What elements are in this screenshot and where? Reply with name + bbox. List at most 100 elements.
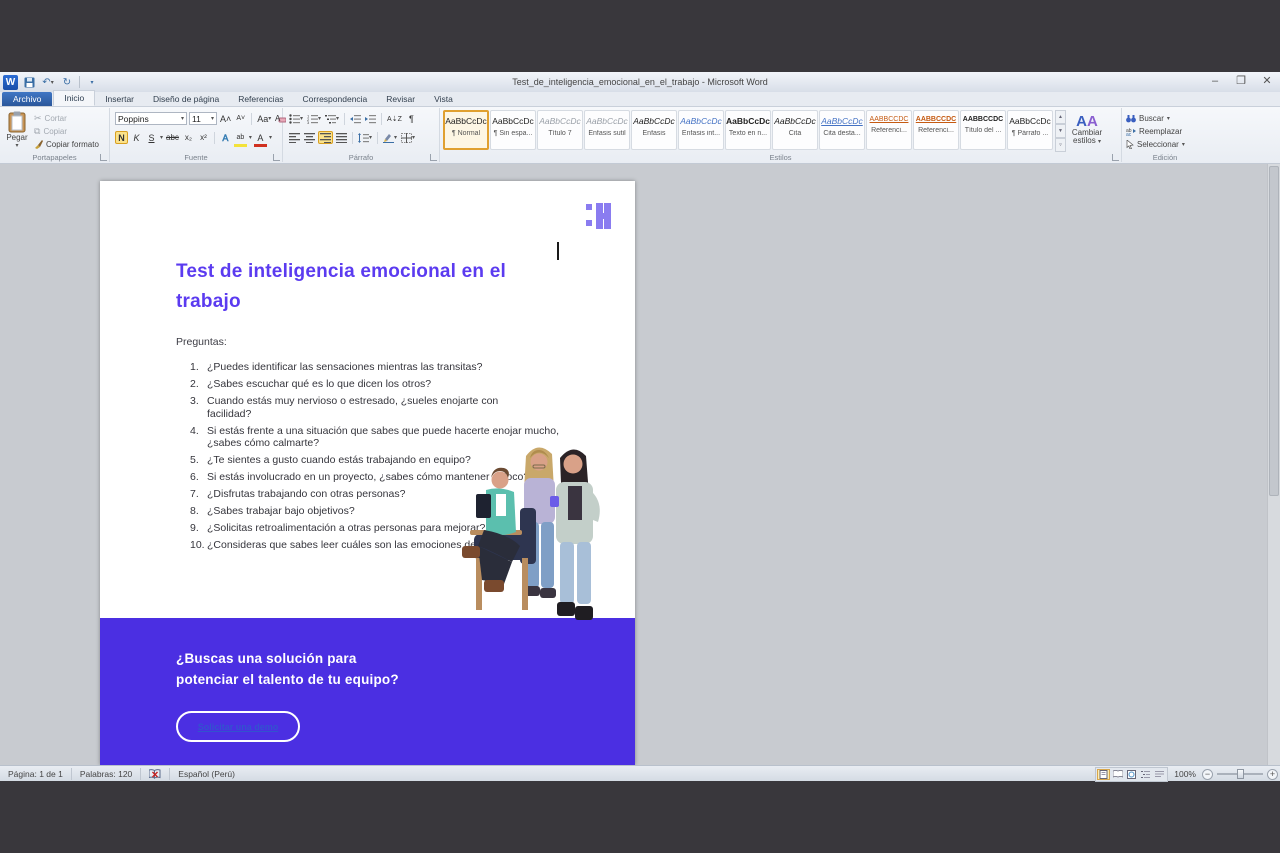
proofing-error-icon [149,769,161,779]
tab-referencias[interactable]: Referencias [229,92,292,106]
word-window: W ↶▾ ↻ ▾ Test_de_inteligencia_emocional_… [0,72,1280,781]
borders-icon[interactable]: ▾ [400,131,416,144]
group-fuente: Poppins▾ 11▾ A˄ A˅ Aa▾ A N K S ▾ abc x₂ … [110,108,283,162]
word-count[interactable]: Palabras: 120 [72,768,141,780]
font-name-combobox[interactable]: Poppins▾ [115,112,187,125]
underline-button[interactable]: S [145,131,158,144]
text-effects-icon[interactable]: A [219,131,232,144]
scrollbar-thumb[interactable] [1269,166,1279,496]
change-styles-button[interactable]: AA Cambiarestilos ▾ [1069,114,1105,146]
align-left-icon[interactable] [288,131,301,144]
restore-button[interactable]: ❐ [1232,75,1250,89]
print-layout-view-icon[interactable] [1097,769,1110,780]
paste-button[interactable]: Pegar ▾ [4,110,30,158]
tab-revisar[interactable]: Revisar [377,92,424,106]
style-cita[interactable]: AaBbCcDcCita [772,110,818,150]
style-titulo-del-libro[interactable]: AABBCCDCTítulo del ... [960,110,1006,150]
align-center-icon[interactable] [303,131,316,144]
format-painter-button[interactable]: Copiar formato [32,138,101,151]
paste-label: Pegar [4,133,30,142]
style-cita-destacada[interactable]: AaBbCcDcCita desta... [819,110,865,150]
change-styles-icon: AA [1069,114,1105,129]
align-right-icon[interactable] [318,131,333,144]
parrafo-dialog-launcher[interactable] [430,154,437,161]
group-estilos: AaBbCcDc¶ Normal AaBbCcDc¶ Sin espa... A… [440,108,1122,162]
font-color-icon[interactable]: A [254,131,267,144]
bold-button[interactable]: N [115,131,128,144]
superscript-button[interactable]: x² [197,131,210,144]
tab-correspondencia[interactable]: Correspondencia [294,92,377,106]
draft-view-icon[interactable] [1153,769,1166,780]
style-referencia-intensa[interactable]: AABBCCDCReferenci... [913,110,959,150]
tab-inicio[interactable]: Inicio [53,90,95,106]
bullets-icon[interactable]: ▾ [288,112,304,125]
shrink-font-icon[interactable]: A˅ [234,112,247,125]
font-size-combobox[interactable]: 11▾ [189,112,217,125]
style-referencia-sutil[interactable]: AABBCCDCReferenci... [866,110,912,150]
outline-view-icon[interactable] [1139,769,1152,780]
grow-font-icon[interactable]: A˄ [219,112,232,125]
tab-vista[interactable]: Vista [425,92,462,106]
strikethrough-button[interactable]: abc [165,131,180,144]
portapapeles-dialog-launcher[interactable] [100,154,107,161]
vertical-scrollbar[interactable] [1267,164,1280,765]
show-paragraph-marks-icon[interactable]: ¶ [405,112,418,125]
fullscreen-reading-view-icon[interactable] [1111,769,1124,780]
justify-icon[interactable] [335,131,348,144]
zoom-slider[interactable] [1217,773,1263,775]
change-case-icon[interactable]: Aa▾ [256,112,272,125]
woman-right [556,449,600,620]
highlight-dropdown-icon[interactable]: ▾ [249,134,252,141]
underline-dropdown-icon[interactable]: ▾ [160,134,163,141]
shading-icon[interactable]: ▾ [382,131,398,144]
style-texto-en-negrita[interactable]: AaBbCcDcTexto en n... [725,110,771,150]
zoom-level[interactable]: 100% [1174,769,1196,779]
demo-cta-button[interactable]: Solicitar una demo [176,711,300,742]
style-titulo-7[interactable]: AaBbCcDcTítulo 7 [537,110,583,150]
zoom-in-button[interactable]: + [1267,769,1278,780]
italic-button[interactable]: K [130,131,143,144]
subscript-button[interactable]: x₂ [182,131,195,144]
zoom-out-button[interactable]: − [1202,769,1213,780]
decrease-indent-icon[interactable] [349,112,362,125]
clipboard-icon [8,111,26,133]
brand-logo [586,203,611,229]
copy-button[interactable]: ⧉Copiar [32,125,101,138]
line-spacing-icon[interactable]: ▾ [357,131,373,144]
paintbrush-icon [34,140,43,149]
tab-archivo[interactable]: Archivo [2,92,52,106]
question-item: 2.¿Sabes escuchar qué es lo que dicen lo… [190,378,582,391]
font-color-dropdown-icon[interactable]: ▾ [269,134,272,141]
find-button[interactable]: Buscar▾ [1122,112,1208,125]
sort-icon[interactable]: A⇣Z [386,112,403,125]
style-enfasis[interactable]: AaBbCcDcÉnfasis [631,110,677,150]
title-bar: W ↶▾ ↻ ▾ Test_de_inteligencia_emocional_… [0,72,1280,92]
minimize-button[interactable]: – [1206,75,1224,89]
style-enfasis-intenso[interactable]: AaBbCcDcÉnfasis int... [678,110,724,150]
close-button[interactable]: ✕ [1258,75,1276,89]
style-sin-espaciado[interactable]: AaBbCcDc¶ Sin espa... [490,110,536,150]
page-indicator[interactable]: Página: 1 de 1 [0,768,72,780]
web-layout-view-icon[interactable] [1125,769,1138,780]
replace-button[interactable]: abac Reemplazar [1122,125,1208,138]
language-indicator[interactable]: Español (Perú) [170,768,243,780]
style-parrafo-de-lista[interactable]: AaBbCcDc¶ Párrafo ... [1007,110,1053,150]
style-enfasis-sutil[interactable]: AaBbCcDcÉnfasis sutil [584,110,630,150]
fuente-dialog-launcher[interactable] [273,154,280,161]
estilos-dialog-launcher[interactable] [1112,154,1119,161]
questions-label: Preguntas: [176,336,227,348]
multilevel-list-icon[interactable]: ▾ [324,112,340,125]
increase-indent-icon[interactable] [364,112,377,125]
cut-button[interactable]: ✂Cortar [32,112,101,125]
highlight-color-icon[interactable]: ab [234,131,247,144]
zoom-slider-thumb[interactable] [1237,769,1244,779]
document-page[interactable]: Test de inteligencia emocional en eltrab… [100,181,635,765]
paste-dropdown-icon[interactable]: ▾ [4,142,30,149]
tab-insertar[interactable]: Insertar [96,92,143,106]
numbering-icon[interactable]: 123▾ [306,112,322,125]
select-button[interactable]: Seleccionar▾ [1122,138,1208,151]
style-normal[interactable]: AaBbCcDc¶ Normal [443,110,489,150]
tab-diseno-de-pagina[interactable]: Diseño de página [144,92,228,106]
proofing-status[interactable] [141,768,170,780]
styles-gallery-scrollbar[interactable]: ▲▼▿ [1055,110,1066,150]
